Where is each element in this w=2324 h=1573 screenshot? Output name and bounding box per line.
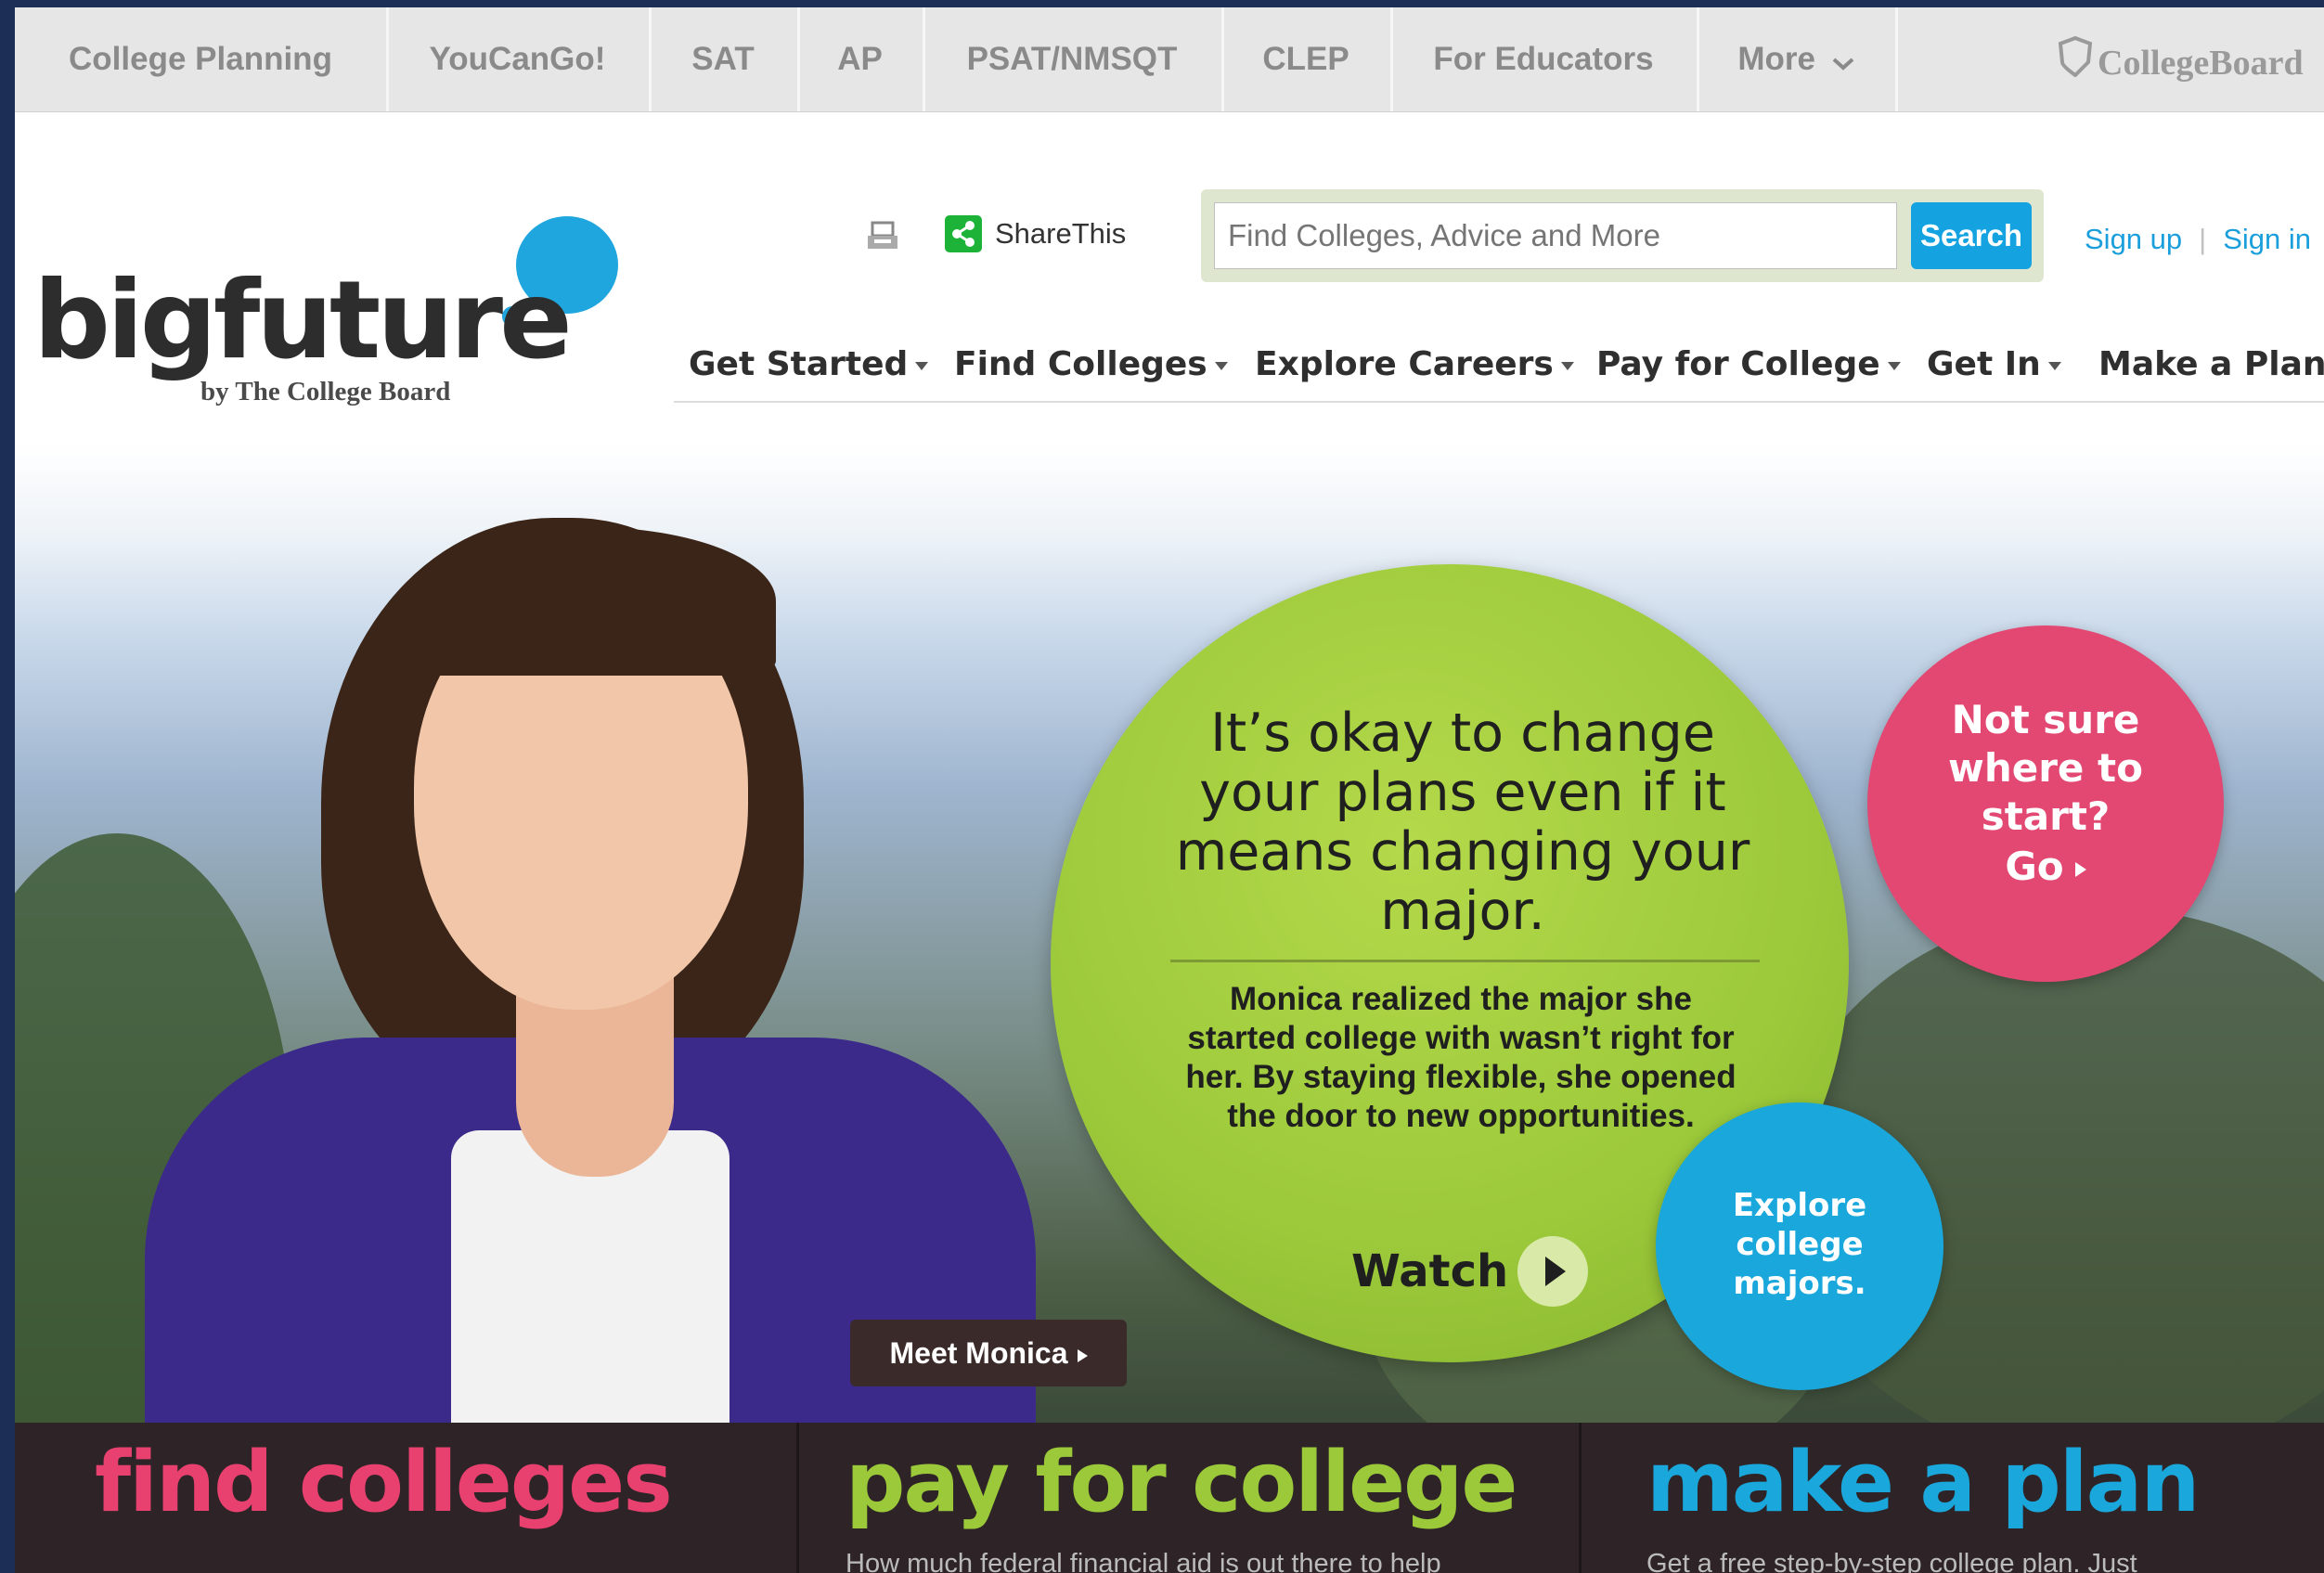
go-link[interactable]: Go	[1890, 843, 2201, 891]
panel-title: pay for college	[846, 1434, 1517, 1531]
search-input[interactable]	[1214, 202, 1897, 269]
go-label: Go	[2005, 844, 2064, 889]
topbar-more-label: More	[1737, 41, 1815, 77]
topbar-tab-ap[interactable]: AP	[797, 7, 925, 111]
share-icon	[945, 215, 982, 252]
arrow-right-icon	[2074, 861, 2086, 877]
panel-title: find colleges	[95, 1434, 673, 1531]
topbar-tab-for-educators[interactable]: For Educators	[1390, 7, 1699, 111]
nav-label: Get In	[1927, 345, 2041, 383]
explore-line: majors.	[1733, 1265, 1866, 1302]
topbar-tab-college-planning[interactable]: College Planning	[15, 7, 389, 111]
search-bar: Search	[1201, 189, 2044, 282]
caret-down-icon	[1214, 361, 1228, 370]
topbar-tab-more[interactable]: More	[1697, 7, 1898, 111]
logo-wordmark: bigfuture	[33, 258, 573, 383]
topbar-tab-sat[interactable]: SAT	[649, 7, 800, 111]
nav-find-colleges[interactable]: Find Colleges	[954, 345, 1228, 383]
acorn-shield-icon	[2057, 10, 2094, 122]
nav-label: Get Started	[689, 345, 909, 383]
topbar-tab-clep[interactable]: CLEP	[1221, 7, 1393, 111]
panel-pay-for-college[interactable]: pay for college How much federal financi…	[799, 1423, 1579, 1573]
nav-pay-for-college[interactable]: Pay for College	[1596, 345, 1901, 383]
nav-label: Pay for College	[1596, 345, 1880, 383]
meet-monica-button[interactable]: Meet Monica	[850, 1320, 1127, 1386]
panel-subtitle: How much federal financial aid is out th…	[846, 1549, 1441, 1573]
logo-byline: by The College Board	[200, 377, 451, 406]
nav-make-a-plan[interactable]: Make a Plan	[2098, 345, 2324, 383]
browser-page: College Planning YouCanGo! SAT AP PSAT/N…	[15, 7, 2324, 1573]
hero-carousel: It’s okay to change your plans even if i…	[15, 444, 2324, 1427]
not-sure-line: Not sure	[1951, 697, 2140, 742]
chevron-down-icon	[1832, 9, 1854, 113]
print-icon[interactable]	[865, 219, 900, 254]
panel-make-a-plan[interactable]: make a plan Get a free step-by-step coll…	[1582, 1423, 2324, 1573]
not-sure-line: where to	[1948, 745, 2143, 791]
panel-find-colleges[interactable]: find colleges	[15, 1423, 796, 1573]
auth-separator: |	[2199, 223, 2207, 255]
share-label: ShareThis	[995, 217, 1127, 250]
arrow-right-icon	[1077, 1348, 1088, 1362]
sign-in-link[interactable]: Sign in	[2223, 223, 2311, 255]
hero-body: Monica realized the major she started co…	[1185, 981, 1737, 1134]
photo-bangs	[405, 527, 776, 676]
watch-label: Watch	[1351, 1245, 1509, 1297]
topbar-tab-youcango[interactable]: YouCanGo!	[386, 7, 652, 111]
panel-subtitle: Get a free step-by-step college plan. Ju…	[1646, 1549, 2137, 1573]
headline-divider	[1170, 960, 1760, 962]
caret-down-icon	[1887, 361, 1901, 370]
explore-majors-text[interactable]: Explore college majors.	[1676, 1186, 1923, 1303]
topbar-tab-psat[interactable]: PSAT/NMSQT	[923, 7, 1224, 111]
nav-explore-careers[interactable]: Explore Careers	[1255, 345, 1574, 383]
caret-down-icon	[1560, 361, 1574, 370]
nav-label: Explore Careers	[1255, 345, 1554, 383]
nav-get-in[interactable]: Get In	[1927, 345, 2061, 383]
sign-up-link[interactable]: Sign up	[2085, 223, 2182, 255]
main-nav: Get Started Find Colleges Explore Career…	[674, 332, 2324, 403]
meet-label: Meet Monica	[889, 1336, 1068, 1370]
nav-label: Make a Plan	[2098, 345, 2324, 383]
play-icon	[1517, 1236, 1589, 1307]
feature-panels: find colleges pay for college How much f…	[15, 1423, 2324, 1573]
panel-title: make a plan	[1646, 1434, 2200, 1531]
collegeboard-logo-text: CollegeBoard	[2098, 44, 2304, 83]
hero-headline: It’s okay to change your plans even if i…	[1175, 703, 1750, 942]
not-sure-text[interactable]: Not sure where to start? Go	[1890, 696, 2201, 891]
sharethis-button[interactable]: ShareThis	[945, 213, 1126, 254]
auth-links: Sign up | Sign in	[2085, 223, 2311, 256]
search-button[interactable]: Search	[1911, 202, 2032, 269]
caret-down-icon	[2047, 361, 2061, 370]
explore-line: Explore	[1732, 1187, 1867, 1224]
caret-down-icon	[915, 361, 929, 370]
explore-line: college	[1736, 1226, 1864, 1263]
nav-get-started[interactable]: Get Started	[689, 345, 929, 383]
college-board-topbar: College Planning YouCanGo! SAT AP PSAT/N…	[15, 7, 2324, 112]
watch-button[interactable]: Watch	[1351, 1234, 1589, 1309]
nav-label: Find Colleges	[954, 345, 1207, 383]
not-sure-line: start?	[1981, 793, 2111, 839]
collegeboard-logo[interactable]: CollegeBoard	[2057, 7, 2304, 111]
